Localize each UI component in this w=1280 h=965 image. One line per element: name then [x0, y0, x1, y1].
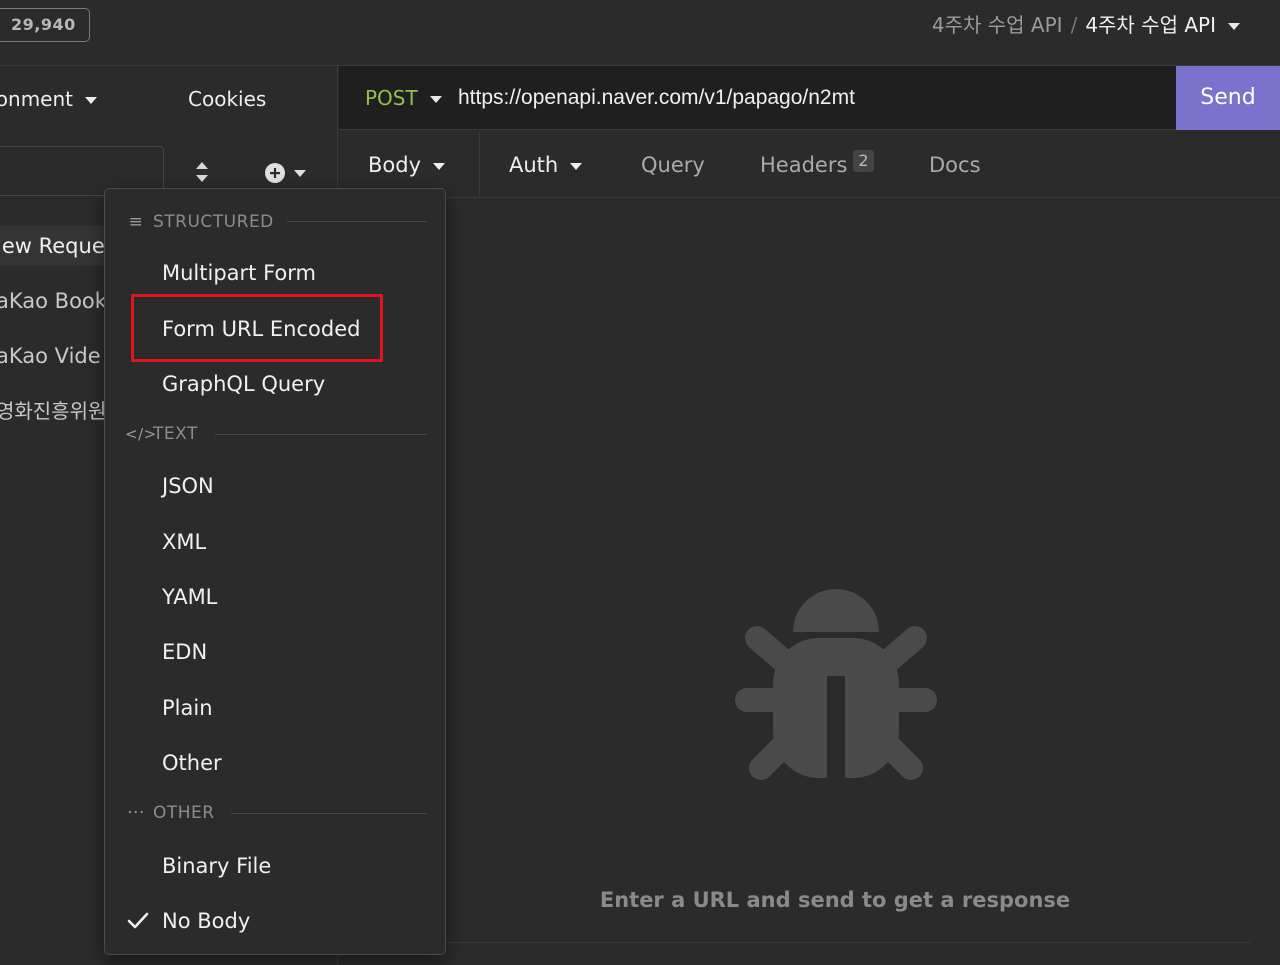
breadcrumb-current[interactable]: 4주차 수업 API	[1085, 13, 1216, 37]
menu-item-json[interactable]: JSON	[162, 466, 214, 506]
method-dropdown[interactable]: POST	[365, 83, 442, 113]
environment-row: ronment Cookies	[0, 66, 337, 132]
check-icon	[127, 910, 149, 932]
chevron-down-icon	[570, 162, 583, 170]
tab-divider	[479, 131, 480, 198]
sidebar-request-item[interactable]: aKao Vide	[0, 336, 116, 376]
chevron-down-icon	[85, 97, 97, 104]
request-bar: POST Send	[339, 66, 1280, 130]
sidebar-request-item[interactable]: lew Reque	[0, 226, 116, 266]
divider	[440, 942, 1250, 943]
section-divider	[215, 434, 427, 435]
chevron-down-icon	[433, 162, 446, 170]
menu-item-binary-file[interactable]: Binary File	[162, 846, 271, 886]
menu-item-graphql-query[interactable]: GraphQL Query	[162, 364, 325, 404]
breadcrumb[interactable]: 4주차 수업 API / 4주차 수업 API	[932, 10, 1240, 40]
sidebar-request-item[interactable]: 영화진흥위원	[0, 391, 116, 431]
send-button[interactable]: Send	[1176, 66, 1280, 130]
add-request-button[interactable]	[262, 162, 310, 184]
tab-body[interactable]: Body	[368, 150, 446, 180]
menu-item-no-body[interactable]: No Body	[162, 901, 250, 941]
menu-item-xml[interactable]: XML	[162, 522, 206, 562]
cookies-button[interactable]: Cookies	[188, 84, 266, 114]
section-header-other: ··· OTHER	[125, 801, 215, 825]
tab-body-label: Body	[368, 153, 422, 177]
body-type-dropdown: ≡ STRUCTURED Multipart Form Form URL Enco…	[104, 188, 446, 955]
tab-headers[interactable]: Headers 2	[760, 150, 874, 180]
environment-dropdown[interactable]: ronment	[0, 84, 97, 114]
menu-item-other[interactable]: Other	[162, 743, 222, 783]
section-header-text: </>TEXT	[125, 422, 198, 446]
section-header-label: TEXT	[153, 424, 198, 444]
tab-headers-label: Headers	[760, 153, 848, 177]
top-bar: 29,940 4주차 수업 API / 4주차 수업 API	[0, 0, 1280, 66]
section-divider	[287, 221, 427, 222]
method-label: POST	[365, 86, 418, 110]
section-header-label: OTHER	[153, 803, 215, 823]
tab-query[interactable]: Query	[641, 150, 705, 180]
ellipsis-icon: ···	[127, 803, 145, 823]
section-header-label: STRUCTURED	[153, 212, 274, 232]
breadcrumb-separator: /	[1070, 13, 1078, 37]
code-icon: </>	[125, 425, 157, 443]
sort-icon[interactable]	[192, 160, 212, 184]
headers-count-badge: 2	[853, 150, 874, 172]
tab-docs[interactable]: Docs	[929, 150, 981, 180]
menu-item-edn[interactable]: EDN	[162, 632, 207, 672]
empty-response-message: Enter a URL and send to get a response	[599, 888, 1071, 912]
menu-item-multipart-form[interactable]: Multipart Form	[162, 253, 316, 293]
tab-auth-label: Auth	[509, 153, 559, 177]
request-tabs: Body Auth Query Headers 2 Docs	[339, 131, 1280, 198]
plus-circle-icon	[265, 163, 306, 183]
menu-item-yaml[interactable]: YAML	[162, 577, 217, 617]
section-header-structured: ≡ STRUCTURED	[125, 210, 274, 234]
count-badge: 29,940	[0, 8, 90, 42]
highlight-box	[131, 294, 383, 362]
chevron-down-icon[interactable]	[1228, 23, 1240, 30]
bug-icon	[735, 588, 937, 790]
tab-auth[interactable]: Auth	[509, 150, 583, 180]
breadcrumb-parent[interactable]: 4주차 수업 API	[932, 13, 1063, 37]
url-input[interactable]	[458, 83, 1158, 113]
menu-item-plain[interactable]: Plain	[162, 688, 213, 728]
list-icon: ≡	[128, 212, 144, 232]
section-divider	[231, 813, 427, 814]
environment-label: ronment	[0, 87, 73, 111]
sidebar-request-item[interactable]: aKao Book	[0, 281, 116, 321]
chevron-down-icon	[429, 96, 442, 103]
